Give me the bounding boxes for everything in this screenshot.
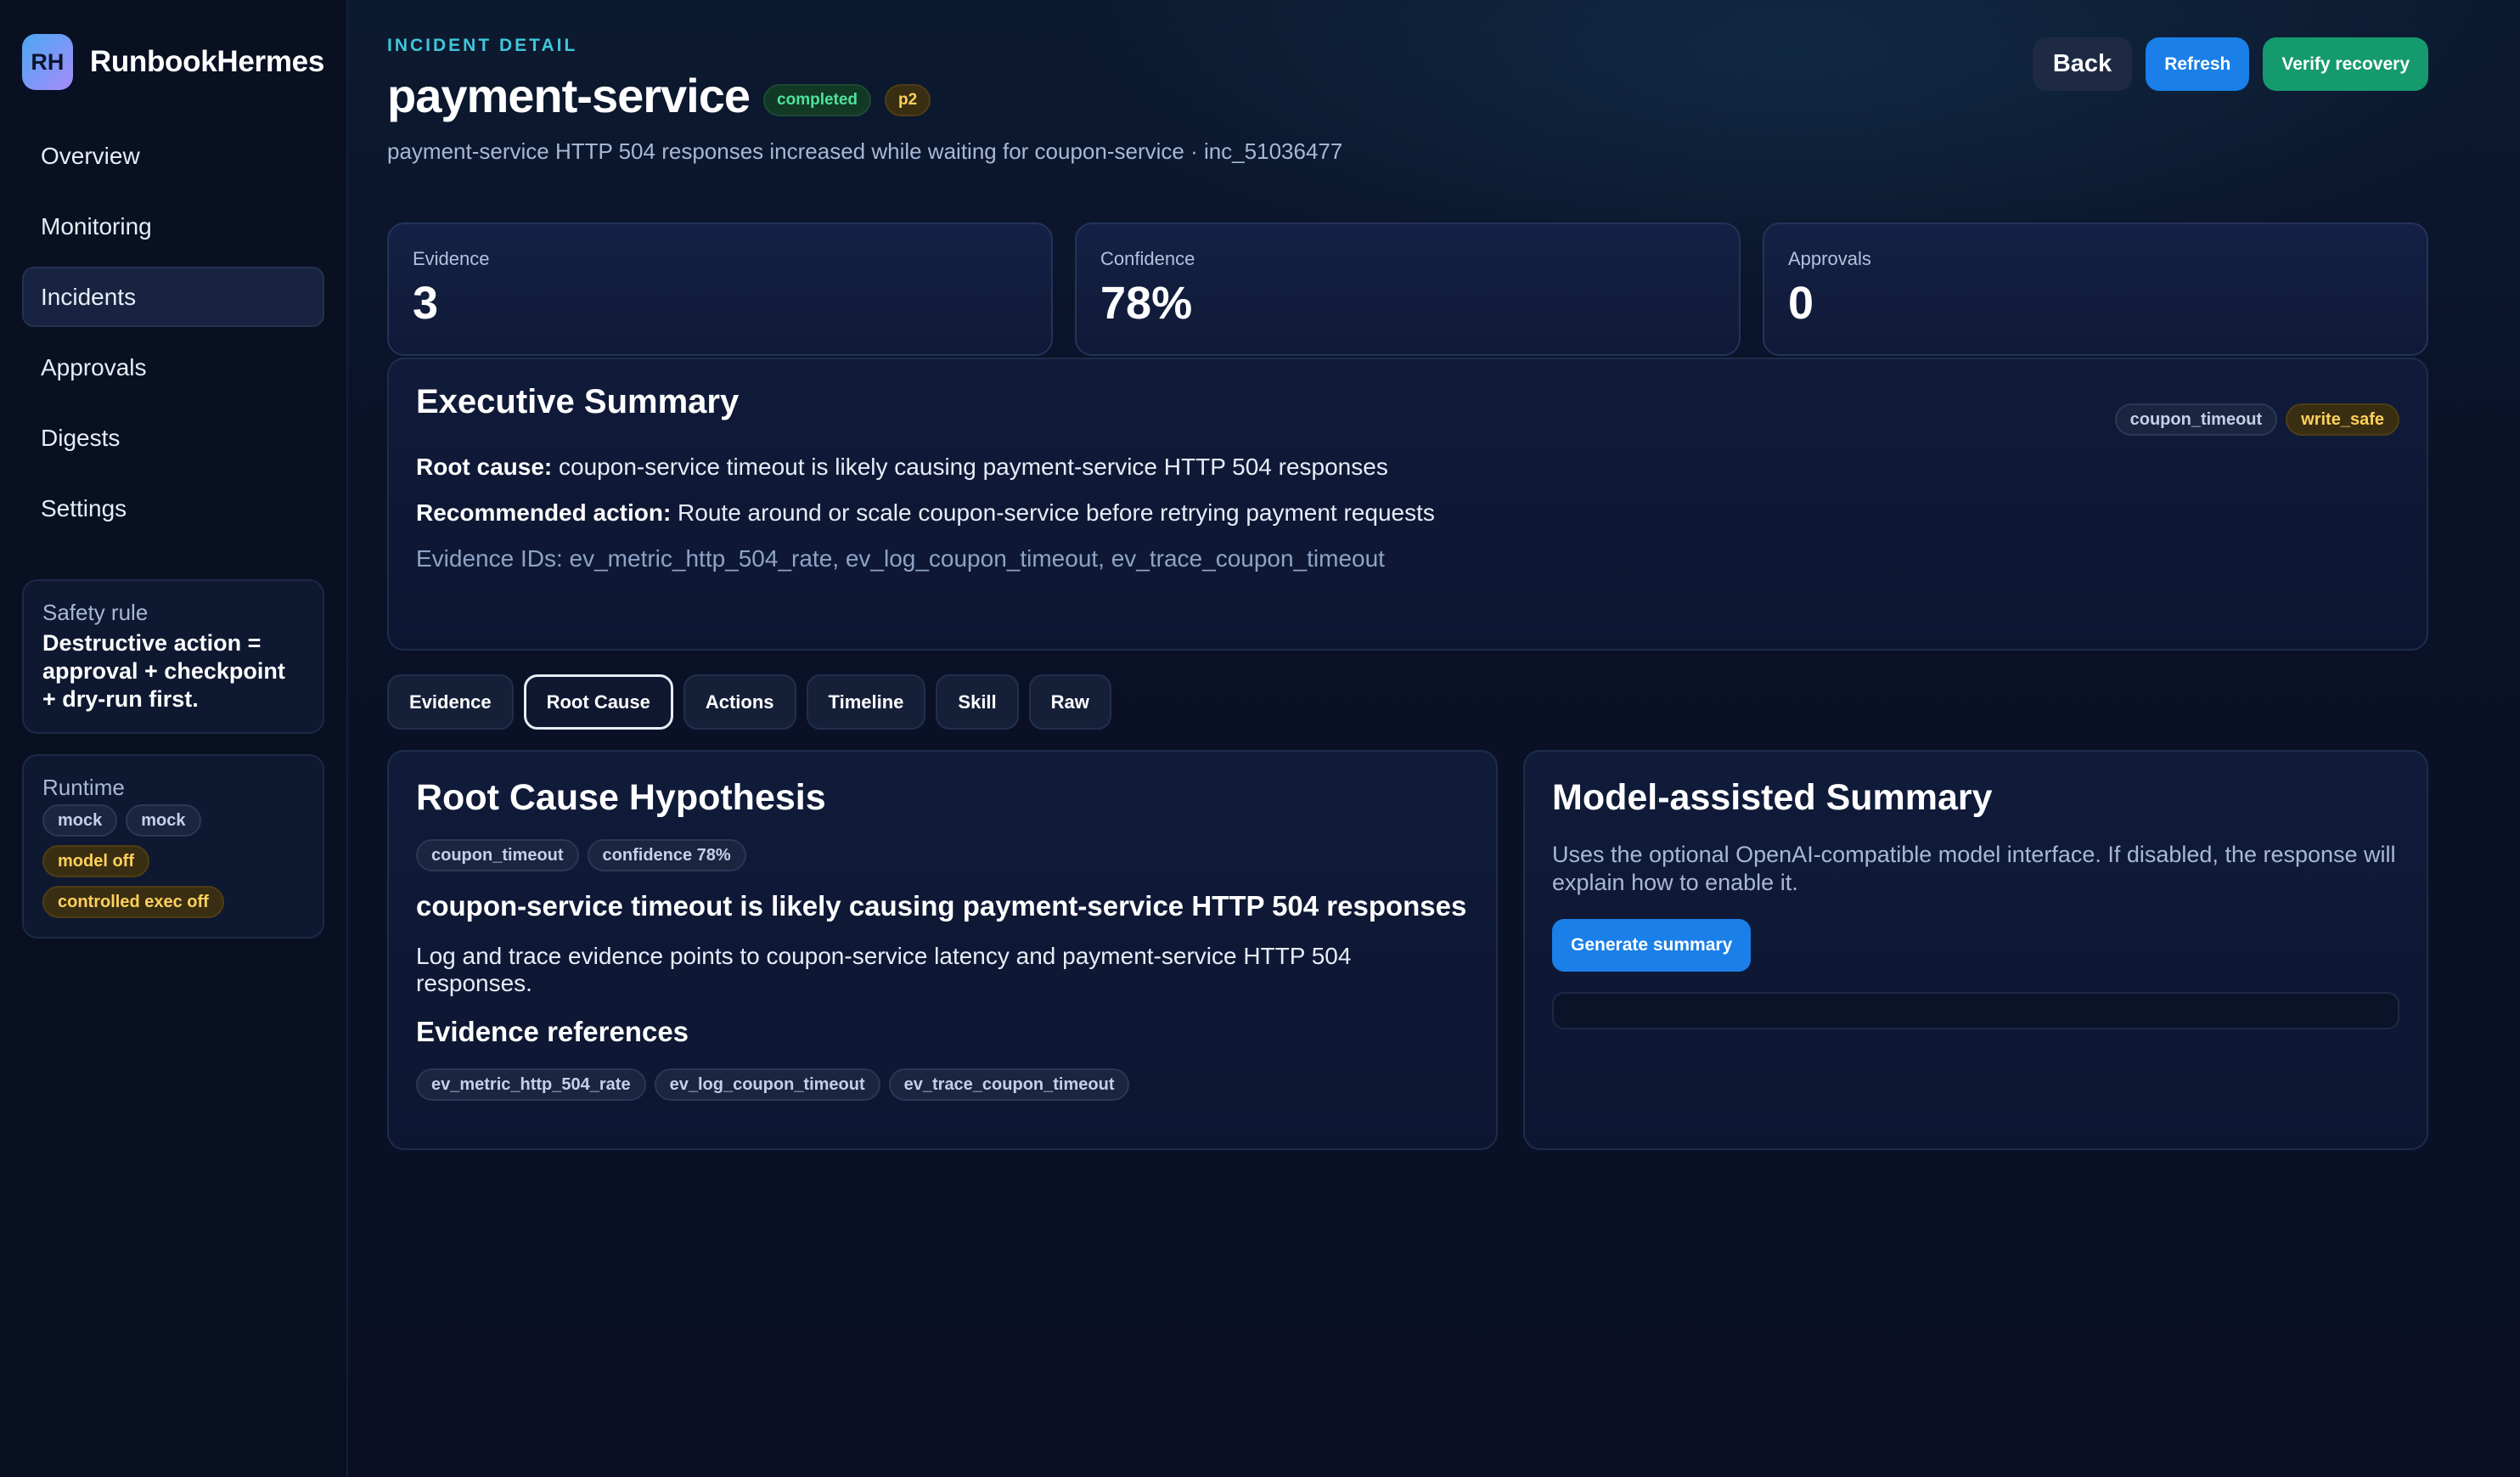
- verify-recovery-button[interactable]: Verify recovery: [2263, 37, 2428, 91]
- stat-value: 0: [1788, 278, 1814, 329]
- stat-label: Confidence: [1100, 248, 1195, 269]
- model-summary-output: [1552, 992, 2399, 1029]
- sidebar: RH RunbookHermes Overview Monitoring Inc…: [0, 0, 348, 1477]
- tab-actions[interactable]: Actions: [683, 674, 796, 730]
- summary-tags: coupon_timeout write_safe: [2114, 403, 2399, 436]
- page-title: payment-service: [387, 69, 751, 122]
- runtime-card: Runtime mock mock model off controlled e…: [22, 754, 324, 939]
- detail-columns: Root Cause Hypothesis coupon_timeout con…: [387, 750, 2428, 1150]
- tab-evidence[interactable]: Evidence: [387, 674, 514, 730]
- sidebar-item-overview[interactable]: Overview: [22, 126, 324, 186]
- safety-rule-title: Safety rule: [42, 600, 149, 625]
- recommended-action-text: Route around or scale coupon-service bef…: [671, 499, 1435, 526]
- evidence-ref-chip[interactable]: ev_log_coupon_timeout: [654, 1068, 880, 1101]
- tab-raw[interactable]: Raw: [1028, 674, 1111, 730]
- root-cause-text: coupon-service timeout is likely causing…: [552, 454, 1388, 480]
- root-cause-line: Root cause: coupon-service timeout is li…: [416, 454, 2399, 481]
- runtime-chip-model: model off: [42, 845, 149, 877]
- back-button[interactable]: Back: [2032, 37, 2133, 91]
- stats-row: Evidence 3 Confidence 78% Approvals 0: [387, 223, 2428, 356]
- sidebar-item-approvals[interactable]: Approvals: [22, 337, 324, 397]
- status-badge: completed: [763, 83, 872, 116]
- root-cause-title: Root Cause Hypothesis: [416, 777, 826, 818]
- sidebar-item-digests[interactable]: Digests: [22, 408, 324, 468]
- stat-approvals: Approvals 0: [1763, 223, 2428, 356]
- stat-value: 3: [413, 278, 439, 329]
- sidebar-item-incidents[interactable]: Incidents: [22, 267, 324, 327]
- priority-badge: p2: [885, 83, 931, 116]
- runtime-chips: mock mock model off controlled exec off: [42, 804, 304, 918]
- summary-tag: coupon_timeout: [2114, 403, 2278, 436]
- generate-summary-button[interactable]: Generate summary: [1552, 919, 1752, 972]
- summary-lines: Root cause: coupon-service timeout is li…: [416, 454, 2399, 572]
- root-cause-headline: coupon-service timeout is likely causing…: [416, 890, 1467, 922]
- model-summary-description: Uses the optional OpenAI-compatible mode…: [1552, 842, 2396, 895]
- stat-confidence: Confidence 78%: [1075, 223, 1741, 356]
- recommended-action-line: Recommended action: Route around or scal…: [416, 499, 2399, 527]
- runtime-chip: mock: [42, 804, 118, 837]
- stat-label: Evidence: [413, 248, 490, 269]
- evidence-ids: Evidence IDs: ev_metric_http_504_rate, e…: [416, 545, 1385, 572]
- confidence-tag: confidence 78%: [587, 839, 746, 871]
- root-cause-tags: coupon_timeout confidence 78%: [416, 839, 1469, 871]
- tab-skill[interactable]: Skill: [936, 674, 1019, 730]
- model-summary-title: Model-assisted Summary: [1552, 777, 1993, 818]
- stat-value: 78%: [1100, 278, 1193, 329]
- executive-summary-panel: Executive Summary coupon_timeout write_s…: [387, 358, 2428, 651]
- safety-rule-card: Safety rule Destructive action = approva…: [22, 579, 324, 734]
- brand[interactable]: RH RunbookHermes: [22, 34, 324, 90]
- main-content: INCIDENT DETAIL payment-service complete…: [348, 0, 2520, 1477]
- brand-logo: RH: [22, 34, 73, 90]
- tab-root-cause[interactable]: Root Cause: [523, 674, 673, 730]
- evidence-ref-chip[interactable]: ev_metric_http_504_rate: [416, 1068, 646, 1101]
- runtime-chip-exec: controlled exec off: [42, 886, 224, 918]
- root-cause-body: Log and trace evidence points to coupon-…: [416, 943, 1352, 996]
- executive-summary-title: Executive Summary: [416, 383, 740, 420]
- stat-label: Approvals: [1788, 248, 1871, 269]
- brand-name: RunbookHermes: [89, 45, 324, 78]
- sidebar-nav: Overview Monitoring Incidents Approvals …: [22, 126, 324, 538]
- root-cause-panel: Root Cause Hypothesis coupon_timeout con…: [387, 750, 1498, 1150]
- summary-tag: write_safe: [2286, 403, 2399, 436]
- tab-timeline[interactable]: Timeline: [806, 674, 926, 730]
- header-actions: Back Refresh Verify recovery: [2032, 37, 2428, 91]
- stat-evidence: Evidence 3: [387, 223, 1053, 356]
- safety-rule-body: Destructive action = approval + checkpoi…: [42, 630, 285, 712]
- refresh-button[interactable]: Refresh: [2146, 37, 2250, 91]
- detail-tabs: Evidence Root Cause Actions Timeline Ski…: [387, 674, 2428, 730]
- root-cause-label: Root cause:: [416, 454, 553, 480]
- sidebar-item-monitoring[interactable]: Monitoring: [22, 196, 324, 257]
- incident-subtitle: payment-service HTTP 504 responses incre…: [387, 138, 1343, 164]
- model-summary-panel: Model-assisted Summary Uses the optional…: [1523, 750, 2428, 1150]
- sidebar-item-settings[interactable]: Settings: [22, 478, 324, 538]
- root-cause-tag: coupon_timeout: [416, 839, 579, 871]
- app-shell: RH RunbookHermes Overview Monitoring Inc…: [0, 0, 2520, 1477]
- evidence-references: ev_metric_http_504_rate ev_log_coupon_ti…: [416, 1068, 1469, 1101]
- runtime-title: Runtime: [42, 775, 125, 800]
- evidence-references-title: Evidence references: [416, 1016, 689, 1047]
- recommended-action-label: Recommended action:: [416, 499, 672, 526]
- runtime-chip: mock: [126, 804, 201, 837]
- evidence-ref-chip[interactable]: ev_trace_coupon_timeout: [888, 1068, 1130, 1101]
